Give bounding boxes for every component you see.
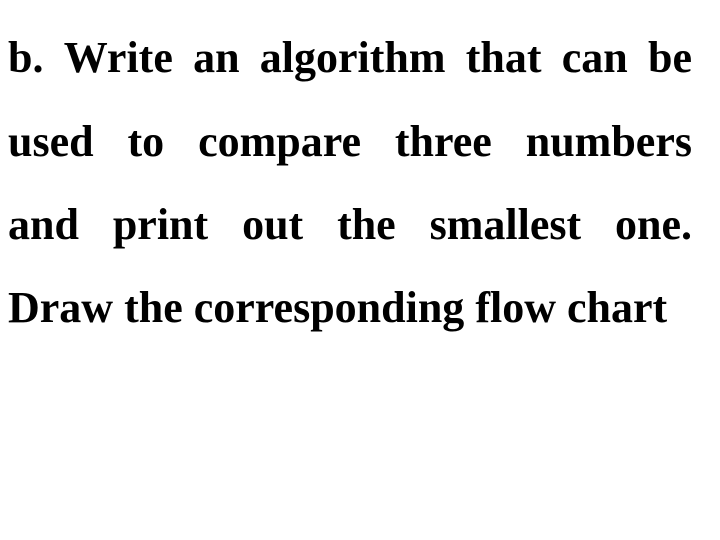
word: print: [112, 200, 209, 249]
word: the: [337, 200, 396, 249]
word: that: [465, 33, 542, 82]
word: chart: [566, 283, 668, 332]
question-line-2: used to compare three numbers: [8, 120, 692, 164]
word: three: [394, 117, 492, 166]
word: compare: [198, 117, 361, 166]
word: be: [647, 33, 692, 82]
word: an: [193, 33, 240, 82]
word: used: [8, 117, 94, 166]
word: flow: [475, 283, 556, 332]
question-line-4: Draw the corresponding flow chart: [8, 286, 692, 330]
word: and: [8, 200, 79, 249]
word: one.: [615, 200, 692, 249]
word: algorithm: [259, 33, 446, 82]
question-line-1: b. Write an algorithm that can be: [8, 36, 692, 80]
word: smallest: [429, 200, 582, 249]
word: Draw: [8, 283, 114, 332]
word: to: [127, 117, 165, 166]
word: the: [124, 283, 183, 332]
question-line-3: and print out the smallest one.: [8, 203, 692, 247]
word: numbers: [525, 117, 692, 166]
word: corresponding: [193, 283, 465, 332]
word: can: [561, 33, 628, 82]
question-label: b.: [8, 33, 44, 82]
word: out: [242, 200, 304, 249]
word: Write: [63, 33, 173, 82]
